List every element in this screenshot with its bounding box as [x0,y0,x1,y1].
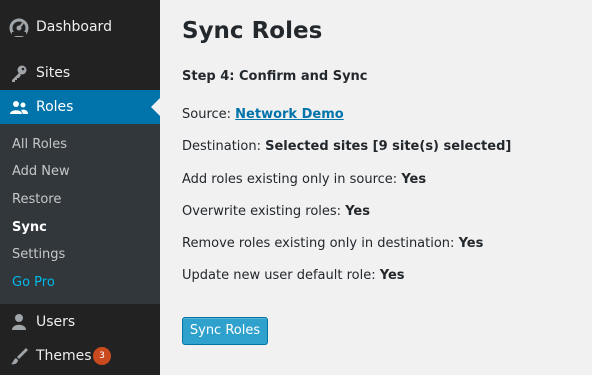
menu-item-roles[interactable]: Roles [0,90,160,124]
add-roles-label: Add roles existing only in source: [182,172,402,187]
submenu-all-roles[interactable]: All Roles [12,136,67,154]
page-title: Sync Roles [182,18,323,44]
submenu-restore[interactable]: Restore [12,191,61,209]
users-group-icon [10,101,28,114]
paintbrush-icon [11,348,28,365]
menu-label-dashboard: Dashboard [36,19,112,35]
add-roles-value: Yes [401,172,427,187]
key-icon [12,65,27,82]
submenu-go-pro[interactable]: Go Pro [12,274,55,292]
remove-roles-label: Remove roles existing only in destinatio… [182,236,459,251]
menu-label-sites: Sites [36,65,71,81]
overwrite-row: Overwrite existing roles: Yes [182,204,370,219]
remove-roles-row: Remove roles existing only in destinatio… [182,236,483,251]
source-label: Source: [182,107,236,122]
destination-value: Selected sites [9 site(s) selected] [265,139,512,154]
submenu-settings[interactable]: Settings [12,246,65,264]
menu-item-themes[interactable]: Themes 3 [0,339,160,373]
menu-item-dashboard[interactable]: Dashboard [0,10,160,44]
dashboard-icon [9,18,29,37]
update-count-badge: 3 [93,347,111,365]
submenu-add-new[interactable]: Add New [12,163,70,181]
admin-sidebar: Dashboard Sites Roles All Roles Add New … [0,0,160,375]
submenu-sync[interactable]: Sync [12,219,47,237]
add-roles-row: Add roles existing only in source: Yes [182,172,426,187]
update-default-row: Update new user default role: Yes [182,268,405,283]
remove-roles-value: Yes [458,236,484,251]
menu-label-users: Users [36,314,76,330]
destination-row: Destination: Selected sites [9 site(s) s… [182,139,511,154]
update-default-label: Update new user default role: [182,268,380,283]
source-row: Source: Network Demo [182,107,344,122]
sync-roles-button[interactable]: Sync Roles [182,317,268,345]
menu-label-themes: Themes [36,348,92,364]
step-heading: Step 4: Confirm and Sync [182,69,368,84]
destination-label: Destination: [182,139,266,154]
user-icon [12,314,26,330]
overwrite-value: Yes [345,204,370,219]
update-default-value: Yes [379,268,405,283]
overwrite-label: Overwrite existing roles: [182,204,346,219]
roles-submenu: All Roles Add New Restore Sync Settings … [0,124,160,304]
menu-item-sites[interactable]: Sites [0,56,160,90]
menu-label-roles: Roles [36,99,74,115]
source-link[interactable]: Network Demo [235,107,344,122]
menu-item-users[interactable]: Users [0,305,160,339]
